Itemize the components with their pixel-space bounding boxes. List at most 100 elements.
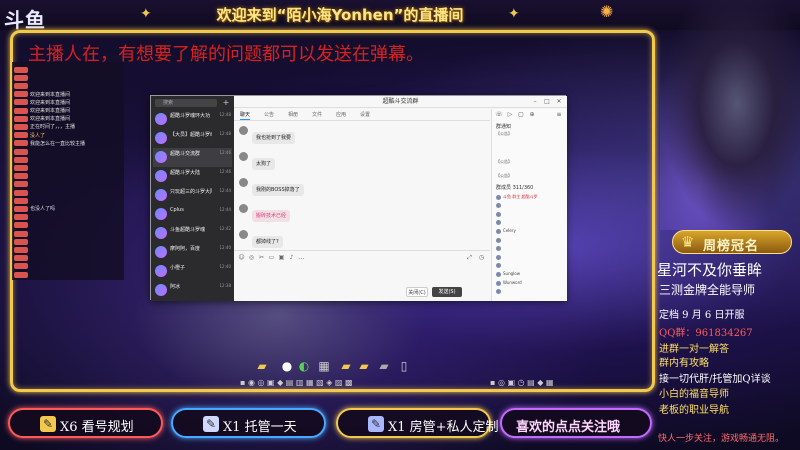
- announcement-line: 【公告】: [496, 159, 512, 164]
- qq-send-button[interactable]: 发送(S): [432, 287, 462, 297]
- promo-button-3[interactable]: 喜欢的点点关注哦: [500, 408, 652, 438]
- fan-badge: [14, 99, 28, 106]
- gif-icon[interactable]: ◎: [248, 254, 255, 261]
- member-item[interactable]: [496, 245, 566, 253]
- member-item[interactable]: Celery: [496, 227, 566, 235]
- promo-button-1[interactable]: ✎ X1 托管一天: [171, 408, 326, 438]
- qq-chat-preview: [170, 291, 230, 297]
- member-item[interactable]: [496, 288, 566, 296]
- tab-2[interactable]: 相册: [288, 111, 298, 120]
- promo-button-0[interactable]: ✎ X6 看号规划: [8, 408, 163, 438]
- qq-chat-preview: [170, 196, 230, 202]
- crown-icon: ♛: [681, 233, 695, 251]
- danmaku-text: 欢迎来到本直播间: [30, 99, 71, 106]
- fan-badge: [14, 123, 28, 130]
- character-art: [660, 0, 800, 230]
- chat-bubble: 都掉线了?: [252, 236, 283, 248]
- fan-badge: [14, 115, 28, 122]
- member-item[interactable]: Wunword: [496, 279, 566, 287]
- qq-chat-item[interactable]: 阿冰 12:38: [153, 281, 232, 300]
- qq-chat-time: 12:40: [219, 264, 231, 269]
- expand-icon[interactable]: ⤢: [466, 254, 473, 261]
- minimize-icon[interactable]: –: [530, 97, 540, 107]
- fan-badge: [14, 107, 28, 114]
- info-line: QQ群：961834267: [659, 328, 753, 339]
- taskbar-icons: ▪ ◉ ◎ ▣ ◆ ▤ ▥ ▦ ▧ ◈ ▨ ▩: [240, 378, 353, 387]
- phone-icon[interactable]: ☏: [494, 110, 504, 120]
- member-item[interactable]: 斗鱼 群主 超酷斗罗: [496, 193, 566, 201]
- add-icon[interactable]: +: [221, 98, 231, 108]
- avatar: [155, 151, 167, 163]
- qq-group-window: 搜索 + 超酷斗罗魂环大功 12:48 【大员】超酷斗罗魂 12:48 超酷斗交流群 12…: [150, 95, 567, 301]
- tab-5[interactable]: 设置: [360, 111, 370, 120]
- qq-chat-item[interactable]: 摩阿阿，百度 12:40: [153, 243, 232, 262]
- grid-icon[interactable]: ▦: [317, 358, 331, 374]
- maximize-icon[interactable]: □: [542, 97, 552, 107]
- qq-chat-item[interactable]: 【大员】超酷斗罗魂 12:48: [153, 129, 232, 148]
- avatar: [155, 132, 167, 144]
- member-item[interactable]: [496, 202, 566, 210]
- qq-chat-item[interactable]: 超酷斗交流群 12:46: [153, 148, 232, 167]
- history-icon[interactable]: ◷: [478, 254, 485, 261]
- promo-label: X1 托管一天: [223, 420, 297, 435]
- scissors-icon[interactable]: ✂: [258, 254, 265, 261]
- qq-chat-name: 【大员】超酷斗罗魂: [170, 132, 212, 138]
- qq-close-button[interactable]: 关闭(C): [406, 287, 428, 297]
- qq-chat-preview: [170, 177, 230, 183]
- qq-chat-item[interactable]: 小橙子 12:40: [153, 262, 232, 281]
- close-icon[interactable]: ✕: [554, 97, 564, 107]
- menu-icon[interactable]: ≡: [554, 110, 564, 120]
- folder-icon[interactable]: ▰: [377, 358, 391, 374]
- fan-badge: [14, 230, 28, 237]
- video-icon[interactable]: ▷: [505, 110, 515, 120]
- more-icon[interactable]: …: [298, 254, 305, 261]
- folder-icon[interactable]: ▰: [255, 358, 269, 374]
- tab-1[interactable]: 公告: [264, 111, 274, 120]
- penguin-icon[interactable]: ●: [280, 358, 294, 374]
- promo-button-2[interactable]: ✎ X1 房管+私人定制: [336, 408, 499, 438]
- member-name: Wunword: [503, 280, 522, 285]
- member-item[interactable]: [496, 210, 566, 218]
- fan-badge: [14, 91, 28, 98]
- fan-badge: [14, 255, 28, 262]
- avatar: [155, 113, 167, 125]
- member-item[interactable]: Sunglow: [496, 270, 566, 278]
- emoji-icon[interactable]: ☺: [238, 254, 245, 261]
- promo-label: X6 看号规划: [60, 420, 134, 435]
- qq-chat-item[interactable]: 超酷斗罗魂环大功 12:48: [153, 110, 232, 129]
- folder-icon[interactable]: ▰: [357, 358, 371, 374]
- member-item[interactable]: [496, 236, 566, 244]
- qq-chat-name: 摩阿阿，百度: [170, 246, 201, 252]
- qq-chat-item[interactable]: 只玩超三的斗罗大陆 12:44: [153, 186, 232, 205]
- member-item[interactable]: [496, 253, 566, 261]
- qq-message-input[interactable]: [234, 263, 490, 288]
- qq-chat-item[interactable]: 超酷斗罗大陆 12:46: [153, 167, 232, 186]
- folder-icon[interactable]: ▰: [339, 358, 353, 374]
- member-name: Celery: [503, 228, 516, 234]
- danmaku-text: 我能怎么在一直比较主播: [30, 140, 86, 147]
- folder-icon[interactable]: ▭: [268, 254, 275, 261]
- qq-chat-item[interactable]: Cplus 12:44: [153, 205, 232, 224]
- image-icon[interactable]: ▣: [278, 254, 285, 261]
- qq-search-input[interactable]: 搜索: [155, 99, 217, 107]
- recycle-bin-icon[interactable]: ▯: [397, 358, 411, 374]
- screen-icon[interactable]: ▢: [516, 110, 526, 120]
- add-member-icon[interactable]: ⊕: [527, 110, 537, 120]
- danmaku-text: 正在时间了，，，主播: [30, 124, 76, 131]
- member-item[interactable]: [496, 262, 566, 270]
- chat-bubble: 我刚的BOSS掉落了: [252, 184, 304, 196]
- qq-chat-item[interactable]: 斗鱼超酷斗罗魂 12:42: [153, 224, 232, 243]
- mic-icon[interactable]: ♪: [288, 254, 295, 261]
- fan-badge: [14, 148, 28, 155]
- fan-badge: [14, 205, 28, 212]
- fan-badge: [14, 140, 28, 147]
- tab-0[interactable]: 聊天: [240, 111, 251, 120]
- tab-3[interactable]: 文件: [312, 111, 322, 120]
- tab-4[interactable]: 应用: [336, 111, 346, 120]
- wechat-icon[interactable]: ◐: [297, 358, 311, 374]
- avatar: [155, 284, 167, 296]
- avatar: [155, 227, 167, 239]
- member-name: Sunglow: [503, 271, 520, 277]
- member-item[interactable]: [496, 219, 566, 227]
- qq-chat-preview: [170, 253, 230, 259]
